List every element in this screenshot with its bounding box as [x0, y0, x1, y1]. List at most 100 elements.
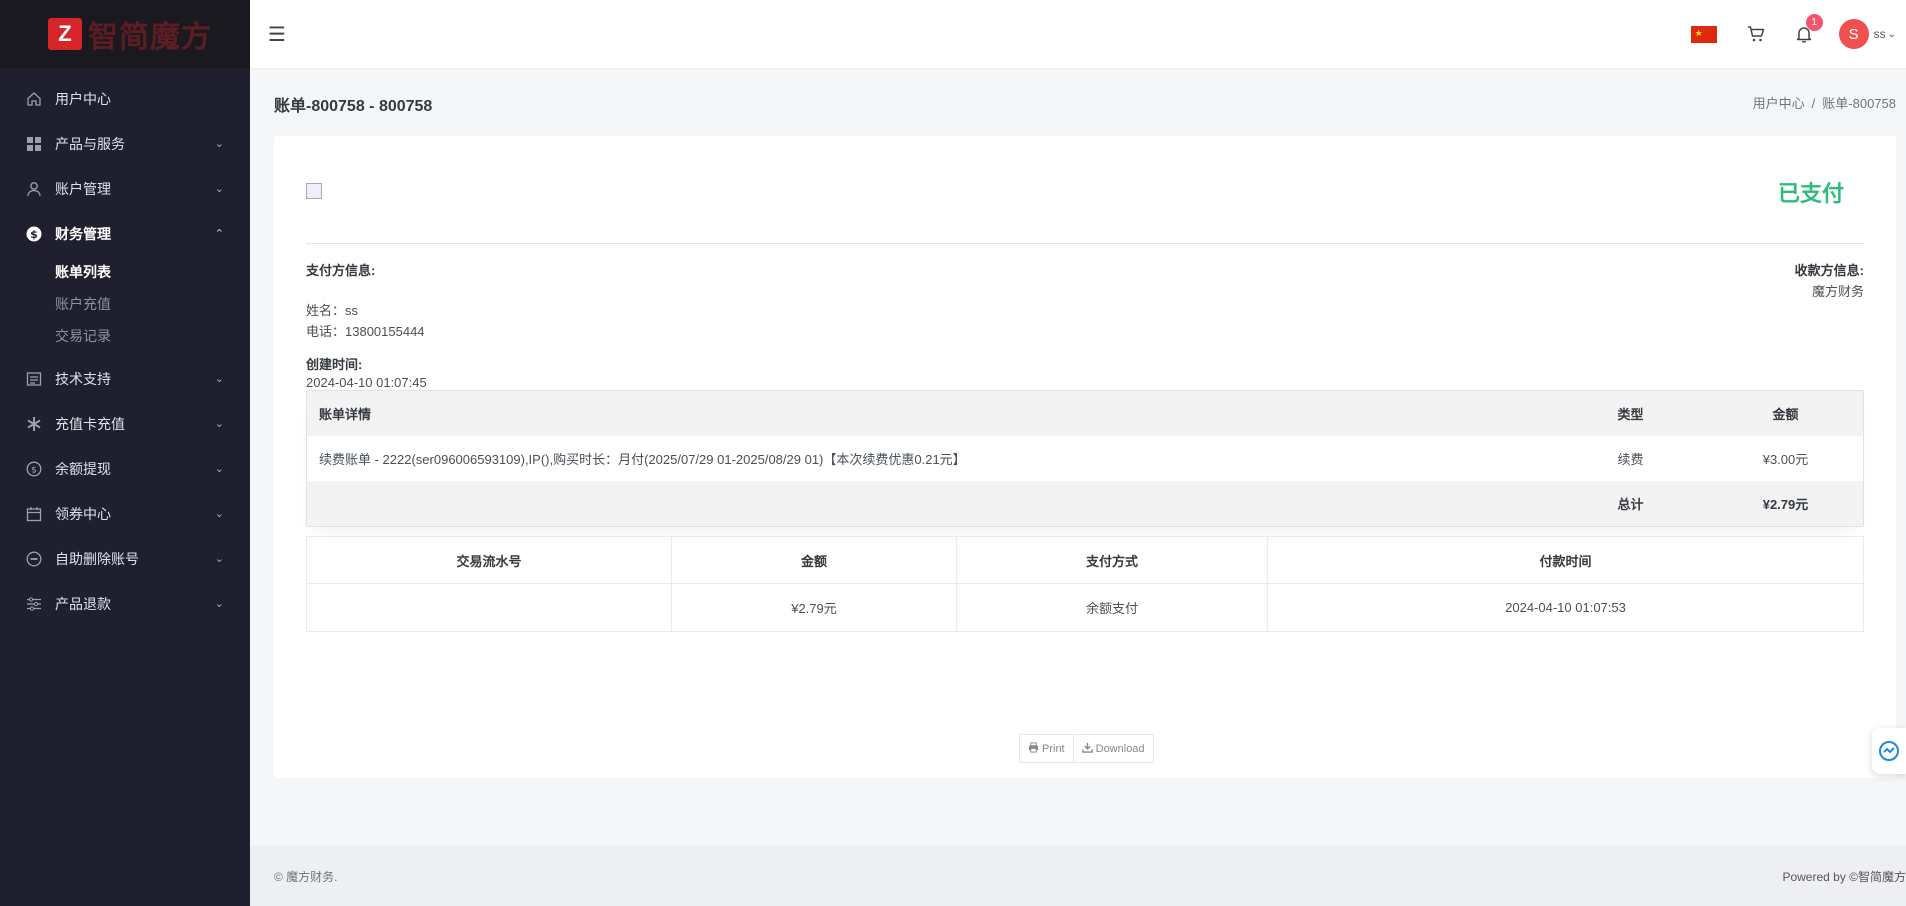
created-time-value: 2024-04-10 01:07:45: [306, 375, 427, 390]
printer-icon: [1028, 741, 1039, 756]
breadcrumb-separator: /: [1811, 96, 1816, 111]
column-header-amount: 金额: [1772, 407, 1799, 422]
list-icon: [25, 370, 43, 388]
sidebar-item-label: 用户中心: [55, 90, 111, 107]
txn-amount: ¥2.79元: [672, 584, 957, 631]
detail-type: 续费: [1617, 452, 1644, 467]
chevron-down-icon: ⌄: [214, 183, 224, 195]
total-label: 总计: [1617, 497, 1644, 512]
payer-phone: 电话：13800155444: [306, 324, 425, 339]
sidebar-item-label: 技术支持: [55, 370, 111, 387]
sidebar-item-label: 领券中心: [55, 505, 111, 522]
logo-mark: Z: [48, 18, 82, 50]
logo-text: 智简魔方: [88, 21, 212, 54]
menu-toggle-icon[interactable]: ☰: [268, 22, 286, 47]
total-value: ¥2.79元: [1762, 497, 1809, 512]
detail-amount: ¥3.00元: [1762, 452, 1809, 467]
sidebar-item-recharge-card[interactable]: 充值卡充值 ⌄: [0, 401, 250, 446]
table-header-row: 账单详情 类型 金额: [307, 391, 1863, 436]
sidebar: Z 智简魔方 用户中心 产品与服务 ⌄ 账户管理 ⌄ $ 财务管理 ⌃ 账单列表…: [0, 0, 250, 906]
divider: [306, 243, 1864, 244]
table-header-row: 交易流水号 金额 支付方式 付款时间: [307, 537, 1863, 584]
sidebar-subitem-recharge[interactable]: 账户充值: [0, 288, 250, 320]
chevron-down-icon: ⌄: [214, 508, 224, 520]
sidebar-item-label: 产品退款: [55, 595, 111, 612]
chevron-down-icon: ⌄: [214, 138, 224, 150]
sidebar-item-coupons[interactable]: 领券中心 ⌄: [0, 491, 250, 536]
user-icon: [25, 180, 43, 198]
svg-text:$: $: [31, 465, 37, 475]
finance-submenu: 账单列表 账户充值 交易记录: [0, 256, 250, 356]
sidebar-subitem-invoice-list[interactable]: 账单列表: [0, 256, 250, 288]
logo[interactable]: Z 智简魔方: [0, 0, 250, 68]
sidebar-item-refund[interactable]: 产品退款 ⌄: [0, 581, 250, 626]
dollar-icon: $: [25, 225, 43, 243]
topbar-actions: ★ 1 S ss ⌄: [1690, 0, 1896, 68]
column-header-type: 类型: [1617, 407, 1644, 422]
language-flag-icon[interactable]: ★: [1690, 25, 1717, 43]
column-header-txn-id: 交易流水号: [307, 537, 672, 583]
download-button[interactable]: Download: [1072, 735, 1153, 762]
detail-description: 续费账单 - 2222(ser096006593109),IP(),购买时长：月…: [319, 452, 966, 467]
download-icon: [1081, 742, 1093, 756]
chevron-down-icon: ⌄: [214, 418, 224, 430]
cart-icon[interactable]: [1743, 21, 1769, 47]
sidebar-item-withdraw[interactable]: $ 余额提现 ⌄: [0, 446, 250, 491]
payee-name: 魔方财务: [1811, 284, 1864, 299]
main-content: 账单-800758 - 800758 用户中心 / 账单-800758 已支付 支付…: [250, 68, 1906, 846]
transaction-table: 交易流水号 金额 支付方式 付款时间 ¥2.79元 余额支付 2024-04-1…: [306, 536, 1864, 632]
sidebar-item-account[interactable]: 账户管理 ⌄: [0, 166, 250, 211]
footer: © 魔方财务. Powered by ©智简魔方: [250, 846, 1906, 906]
chevron-down-icon[interactable]: ⌄: [1888, 29, 1896, 40]
chevron-down-icon: ⌄: [214, 598, 224, 610]
grid-icon: [25, 135, 43, 153]
notification-badge: 1: [1805, 14, 1823, 31]
created-time-title: 创建时间:: [306, 357, 363, 372]
avatar[interactable]: S: [1838, 19, 1869, 49]
sidebar-item-label: 余额提现: [55, 460, 111, 477]
topbar: ☰ ★ 1 S ss ⌄: [250, 0, 1906, 68]
sidebar-menu: 用户中心 产品与服务 ⌄ 账户管理 ⌄ $ 财务管理 ⌃ 账单列表 账户充值 交…: [0, 68, 250, 626]
download-label: Download: [1095, 742, 1145, 755]
sidebar-item-label: 充值卡充值: [55, 415, 125, 432]
print-button[interactable]: Print: [1020, 735, 1073, 762]
chevron-down-icon: ⌄: [214, 373, 224, 385]
breadcrumb: 用户中心 / 账单-800758: [1753, 93, 1896, 112]
txn-id: [307, 584, 672, 631]
home-icon: [25, 90, 43, 108]
table-row: ¥2.79元 余额支付 2024-04-10 01:07:53: [307, 584, 1863, 631]
footer-powered-by: Powered by ©智简魔方: [1782, 869, 1906, 884]
sidebar-subitem-transactions[interactable]: 交易记录: [0, 320, 250, 352]
invoice-status: 已支付: [1777, 181, 1844, 206]
invoice-detail-table: 账单详情 类型 金额 续费账单 - 2222(ser096006593109),…: [306, 390, 1864, 527]
txn-time: 2024-04-10 01:07:53: [1505, 600, 1626, 615]
bell-icon[interactable]: 1: [1791, 14, 1823, 47]
page-title: 账单-800758 - 800758: [274, 98, 433, 115]
sidebar-item-products[interactable]: 产品与服务 ⌄: [0, 121, 250, 166]
chevron-down-icon: ⌄: [214, 463, 224, 475]
sidebar-item-label: 产品与服务: [55, 135, 125, 152]
column-header-amount: 金额: [672, 537, 957, 583]
sidebar-item-user-center[interactable]: 用户中心: [0, 76, 250, 121]
calendar-icon: [25, 505, 43, 523]
column-header-detail: 账单详情: [319, 407, 372, 422]
user-name[interactable]: ss: [1874, 27, 1886, 41]
minus-circle-icon: [25, 550, 43, 568]
sidebar-item-delete-account[interactable]: 自助删除账号 ⌄: [0, 536, 250, 581]
translate-widget-icon[interactable]: [1872, 728, 1906, 774]
chevron-up-icon: ⌃: [214, 228, 224, 240]
table-row: 续费账单 - 2222(ser096006593109),IP(),购买时长：月…: [307, 436, 1863, 481]
asterisk-icon: [25, 415, 43, 433]
sidebar-item-support[interactable]: 技术支持 ⌄: [0, 356, 250, 401]
sidebar-item-label: 财务管理: [55, 225, 111, 242]
sidebar-item-label: 账户管理: [55, 180, 111, 197]
breadcrumb-home-link[interactable]: 用户中心: [1753, 96, 1805, 111]
print-label: Print: [1042, 742, 1065, 755]
chevron-down-icon: ⌄: [214, 553, 224, 565]
sidebar-item-finance[interactable]: $ 财务管理 ⌃: [0, 211, 250, 256]
svg-text:$: $: [30, 228, 38, 241]
sliders-icon: [25, 595, 43, 613]
column-header-time: 付款时间: [1539, 553, 1592, 569]
payee-info-title: 收款方信息:: [1794, 263, 1864, 278]
invoice-card: 已支付 支付方信息: 姓名：ss 电话：13800155444 创建时间: 20…: [274, 136, 1896, 778]
